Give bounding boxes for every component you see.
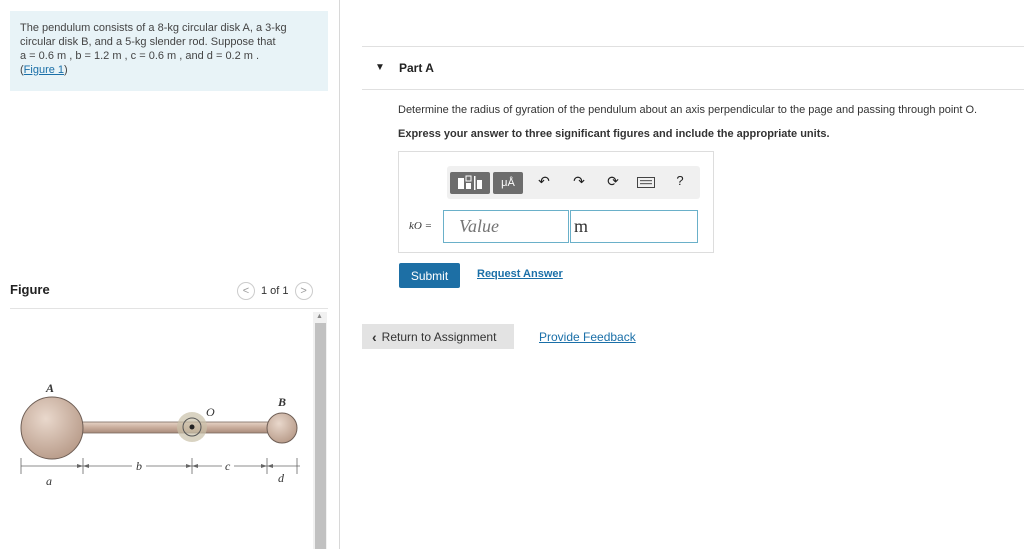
disk-a — [20, 396, 84, 460]
left-panel: The pendulum consists of a 8-kg circular… — [0, 0, 340, 549]
value-input[interactable] — [443, 210, 569, 243]
dim-arrow — [83, 464, 89, 468]
figure-link-wrap: (Figure 1) — [20, 63, 318, 77]
label-O: O — [206, 405, 215, 419]
problem-line-1: The pendulum consists of a 8-kg circular… — [20, 22, 287, 34]
pivot-point — [189, 424, 195, 430]
return-to-assignment-button[interactable]: ‹ Return to Assignment — [362, 324, 514, 349]
instruction-text: Express your answer to three significant… — [398, 128, 830, 140]
dim-arrow — [267, 464, 273, 468]
variable-label-text: kO = — [409, 220, 432, 232]
help-button[interactable]: ? — [671, 173, 689, 188]
redo-icon[interactable]: ↷ — [570, 173, 588, 190]
figure-pager: < 1 of 1 > — [237, 282, 313, 300]
collapse-caret-icon[interactable]: ▼ — [375, 62, 385, 73]
label-c: c — [225, 459, 231, 473]
submit-button[interactable]: Submit — [399, 263, 460, 288]
problem-line-2: circular disk B, and a 5-kg slender rod.… — [20, 36, 276, 48]
label-B: B — [277, 395, 286, 409]
label-b: b — [136, 459, 142, 473]
dim-arrow — [192, 464, 198, 468]
return-label: Return to Assignment — [381, 329, 497, 344]
paren-close: ) — [64, 64, 68, 76]
label-d: d — [278, 471, 285, 485]
request-answer-link[interactable]: Request Answer — [477, 268, 563, 280]
figure-divider — [10, 308, 328, 309]
pager-text: 1 of 1 — [261, 285, 289, 297]
undo-icon[interactable]: ↶ — [535, 173, 553, 190]
label-A: A — [45, 381, 54, 395]
templates-button[interactable] — [450, 172, 490, 194]
problem-statement: The pendulum consists of a 8-kg circular… — [10, 11, 328, 91]
dim-arrow — [261, 464, 267, 468]
scroll-up-icon[interactable]: ▲ — [316, 313, 323, 320]
templates-icon — [458, 175, 482, 190]
pendulum-figure: A B O a b c d — [20, 381, 300, 488]
label-a: a — [46, 474, 52, 488]
slender-rod — [69, 421, 283, 434]
part-a-title: Part A — [399, 61, 434, 75]
question-text: Determine the radius of gyration of the … — [398, 104, 978, 116]
prev-figure-button[interactable]: < — [237, 282, 255, 300]
disk-b — [266, 412, 298, 444]
chevron-left-icon: ‹ — [372, 328, 377, 345]
figure-link[interactable]: Figure 1 — [24, 64, 64, 76]
figure-heading: Figure — [10, 282, 50, 297]
reset-icon[interactable]: ⟳ — [604, 173, 622, 190]
dim-arrow — [77, 464, 83, 468]
math-toolbar: μÅ ↶ ↷ ⟳ ? — [447, 166, 700, 199]
figure-scrollbar-thumb[interactable] — [315, 323, 326, 549]
provide-feedback-link[interactable]: Provide Feedback — [539, 330, 636, 344]
keyboard-icon[interactable] — [637, 175, 655, 191]
units-input[interactable] — [570, 210, 698, 243]
part-a-header[interactable]: ▼ Part A — [362, 46, 1024, 90]
next-figure-button[interactable]: > — [294, 282, 313, 300]
problem-line-3: a = 0.6 m , b = 1.2 m , c = 0.6 m , and … — [20, 50, 260, 62]
dim-arrow — [186, 464, 192, 468]
units-button[interactable]: μÅ — [493, 172, 523, 194]
variable-label: kO = — [409, 220, 432, 232]
